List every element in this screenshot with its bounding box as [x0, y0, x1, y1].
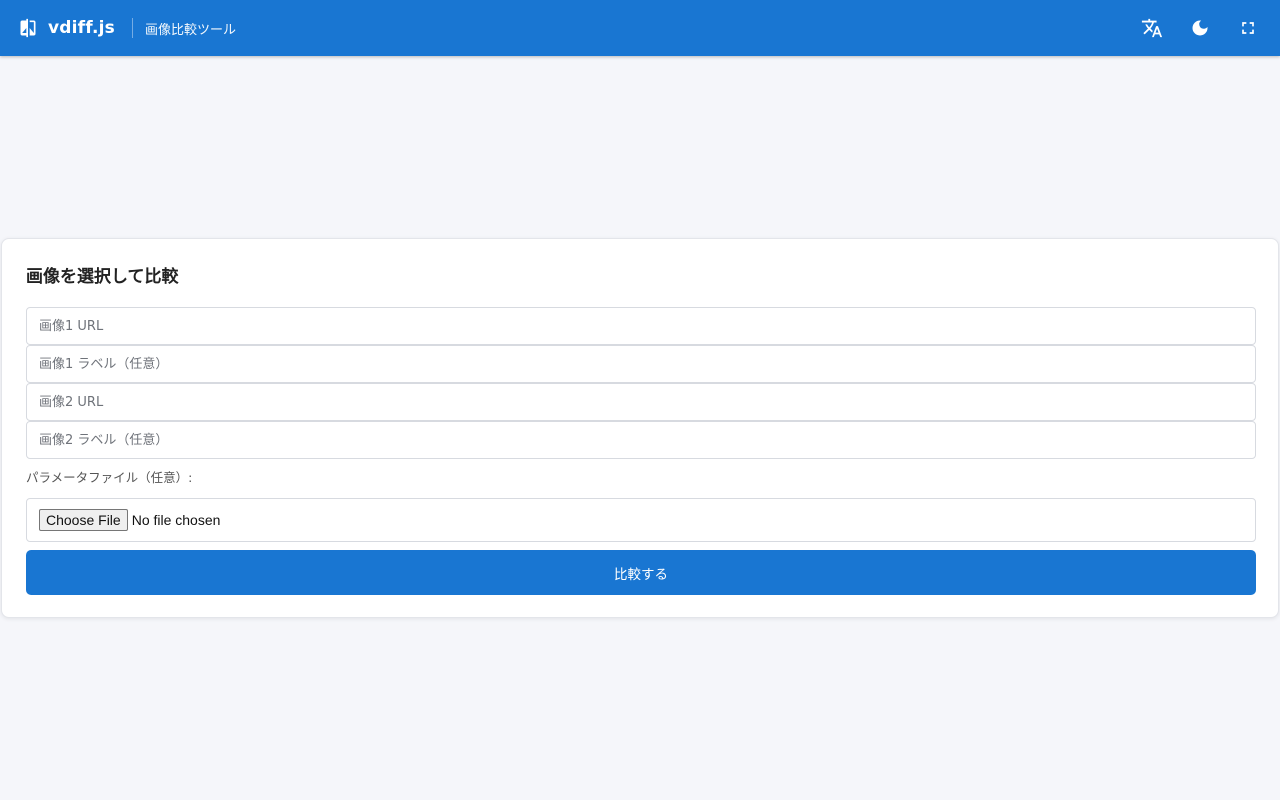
fullscreen-icon [1242, 22, 1254, 34]
translate-icon [1141, 18, 1163, 38]
header-divider [131, 18, 133, 38]
compare-logo-icon [20, 18, 36, 38]
params-file-label: パラメータファイル（任意）: [26, 470, 193, 485]
form-title: 画像を選択して比較 [26, 267, 179, 287]
brand-name: vdiff.js [48, 18, 115, 38]
brand[interactable]: vdiff.js [0, 18, 115, 38]
theme-toggle-button[interactable] [1188, 16, 1212, 40]
choose-file-button[interactable]: Choose File [39, 509, 128, 531]
image1-url-input[interactable] [26, 307, 1256, 345]
app-subtitle: 画像比較ツール [144, 22, 236, 38]
params-file-field: Choose File No file chosen [26, 498, 1256, 542]
image1-label-input[interactable] [26, 345, 1256, 383]
moon-icon [1192, 20, 1208, 36]
app-header: vdiff.js 画像比較ツール [0, 0, 1280, 56]
compare-form-card: 画像を選択して比較 パラメータファイル（任意）: Choose File No … [1, 238, 1279, 618]
file-status: No file chosen [131, 512, 221, 528]
language-button[interactable] [1140, 16, 1164, 40]
fullscreen-button[interactable] [1236, 16, 1260, 40]
image2-label-input[interactable] [26, 421, 1256, 459]
compare-button[interactable]: 比較する [26, 550, 1256, 595]
header-actions [1116, 0, 1260, 56]
image2-url-input[interactable] [26, 383, 1256, 421]
